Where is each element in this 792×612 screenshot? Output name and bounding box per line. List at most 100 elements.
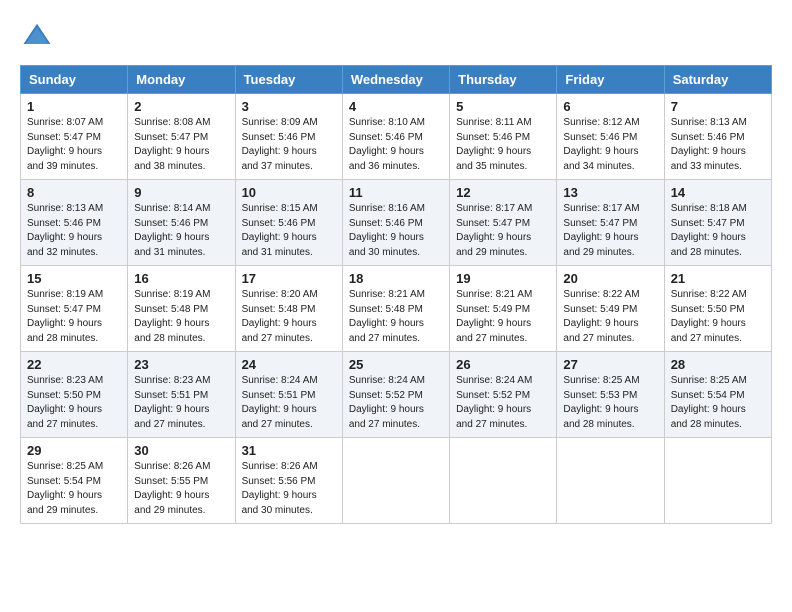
day-number: 21 <box>671 271 765 286</box>
day-number: 5 <box>456 99 550 114</box>
day-number: 11 <box>349 185 443 200</box>
weekday-header-monday: Monday <box>128 66 235 94</box>
calendar-cell-28: 28 Sunrise: 8:25 AM Sunset: 5:54 PM Dayl… <box>664 352 771 438</box>
calendar-cell-empty <box>557 438 664 524</box>
calendar-cell-21: 21 Sunrise: 8:22 AM Sunset: 5:50 PM Dayl… <box>664 266 771 352</box>
weekday-header-friday: Friday <box>557 66 664 94</box>
calendar-cell-29: 29 Sunrise: 8:25 AM Sunset: 5:54 PM Dayl… <box>21 438 128 524</box>
day-info: Sunrise: 8:10 AM Sunset: 5:46 PM Dayligh… <box>349 116 443 174</box>
day-info: Sunrise: 8:13 AM Sunset: 5:46 PM Dayligh… <box>671 116 765 174</box>
day-info: Sunrise: 8:26 AM Sunset: 5:56 PM Dayligh… <box>242 460 336 518</box>
day-number: 12 <box>456 185 550 200</box>
day-info: Sunrise: 8:23 AM Sunset: 5:50 PM Dayligh… <box>27 374 121 432</box>
day-info: Sunrise: 8:24 AM Sunset: 5:52 PM Dayligh… <box>456 374 550 432</box>
calendar-cell-15: 15 Sunrise: 8:19 AM Sunset: 5:47 PM Dayl… <box>21 266 128 352</box>
logo <box>20 20 52 55</box>
day-info: Sunrise: 8:22 AM Sunset: 5:49 PM Dayligh… <box>563 288 657 346</box>
weekday-header-wednesday: Wednesday <box>342 66 449 94</box>
day-number: 9 <box>134 185 228 200</box>
calendar-cell-8: 8 Sunrise: 8:13 AM Sunset: 5:46 PM Dayli… <box>21 180 128 266</box>
calendar-cell-31: 31 Sunrise: 8:26 AM Sunset: 5:56 PM Dayl… <box>235 438 342 524</box>
day-info: Sunrise: 8:25 AM Sunset: 5:53 PM Dayligh… <box>563 374 657 432</box>
day-number: 28 <box>671 357 765 372</box>
calendar-week-4: 22 Sunrise: 8:23 AM Sunset: 5:50 PM Dayl… <box>21 352 772 438</box>
day-info: Sunrise: 8:26 AM Sunset: 5:55 PM Dayligh… <box>134 460 228 518</box>
day-number: 20 <box>563 271 657 286</box>
day-number: 13 <box>563 185 657 200</box>
calendar-cell-5: 5 Sunrise: 8:11 AM Sunset: 5:46 PM Dayli… <box>450 94 557 180</box>
day-info: Sunrise: 8:17 AM Sunset: 5:47 PM Dayligh… <box>456 202 550 260</box>
calendar-cell-3: 3 Sunrise: 8:09 AM Sunset: 5:46 PM Dayli… <box>235 94 342 180</box>
calendar-cell-20: 20 Sunrise: 8:22 AM Sunset: 5:49 PM Dayl… <box>557 266 664 352</box>
calendar-week-2: 8 Sunrise: 8:13 AM Sunset: 5:46 PM Dayli… <box>21 180 772 266</box>
day-number: 4 <box>349 99 443 114</box>
weekday-header-tuesday: Tuesday <box>235 66 342 94</box>
calendar-cell-17: 17 Sunrise: 8:20 AM Sunset: 5:48 PM Dayl… <box>235 266 342 352</box>
day-number: 3 <box>242 99 336 114</box>
calendar-cell-13: 13 Sunrise: 8:17 AM Sunset: 5:47 PM Dayl… <box>557 180 664 266</box>
calendar-cell-23: 23 Sunrise: 8:23 AM Sunset: 5:51 PM Dayl… <box>128 352 235 438</box>
day-number: 19 <box>456 271 550 286</box>
calendar-cell-19: 19 Sunrise: 8:21 AM Sunset: 5:49 PM Dayl… <box>450 266 557 352</box>
weekday-header-thursday: Thursday <box>450 66 557 94</box>
calendar-cell-16: 16 Sunrise: 8:19 AM Sunset: 5:48 PM Dayl… <box>128 266 235 352</box>
day-info: Sunrise: 8:13 AM Sunset: 5:46 PM Dayligh… <box>27 202 121 260</box>
day-info: Sunrise: 8:09 AM Sunset: 5:46 PM Dayligh… <box>242 116 336 174</box>
day-info: Sunrise: 8:19 AM Sunset: 5:47 PM Dayligh… <box>27 288 121 346</box>
calendar-cell-empty <box>342 438 449 524</box>
calendar-table: SundayMondayTuesdayWednesdayThursdayFrid… <box>20 65 772 524</box>
calendar-cell-6: 6 Sunrise: 8:12 AM Sunset: 5:46 PM Dayli… <box>557 94 664 180</box>
day-info: Sunrise: 8:21 AM Sunset: 5:49 PM Dayligh… <box>456 288 550 346</box>
logo-icon <box>22 20 52 50</box>
day-number: 8 <box>27 185 121 200</box>
page-header <box>20 20 772 55</box>
day-info: Sunrise: 8:17 AM Sunset: 5:47 PM Dayligh… <box>563 202 657 260</box>
calendar-cell-30: 30 Sunrise: 8:26 AM Sunset: 5:55 PM Dayl… <box>128 438 235 524</box>
calendar-week-1: 1 Sunrise: 8:07 AM Sunset: 5:47 PM Dayli… <box>21 94 772 180</box>
day-info: Sunrise: 8:12 AM Sunset: 5:46 PM Dayligh… <box>563 116 657 174</box>
calendar-cell-22: 22 Sunrise: 8:23 AM Sunset: 5:50 PM Dayl… <box>21 352 128 438</box>
calendar-cell-26: 26 Sunrise: 8:24 AM Sunset: 5:52 PM Dayl… <box>450 352 557 438</box>
calendar-cell-14: 14 Sunrise: 8:18 AM Sunset: 5:47 PM Dayl… <box>664 180 771 266</box>
day-info: Sunrise: 8:14 AM Sunset: 5:46 PM Dayligh… <box>134 202 228 260</box>
weekday-header-sunday: Sunday <box>21 66 128 94</box>
day-info: Sunrise: 8:25 AM Sunset: 5:54 PM Dayligh… <box>671 374 765 432</box>
day-number: 24 <box>242 357 336 372</box>
day-number: 25 <box>349 357 443 372</box>
weekday-header-saturday: Saturday <box>664 66 771 94</box>
calendar-cell-10: 10 Sunrise: 8:15 AM Sunset: 5:46 PM Dayl… <box>235 180 342 266</box>
day-info: Sunrise: 8:23 AM Sunset: 5:51 PM Dayligh… <box>134 374 228 432</box>
day-number: 6 <box>563 99 657 114</box>
calendar-cell-9: 9 Sunrise: 8:14 AM Sunset: 5:46 PM Dayli… <box>128 180 235 266</box>
calendar-header-row: SundayMondayTuesdayWednesdayThursdayFrid… <box>21 66 772 94</box>
day-info: Sunrise: 8:24 AM Sunset: 5:52 PM Dayligh… <box>349 374 443 432</box>
day-info: Sunrise: 8:08 AM Sunset: 5:47 PM Dayligh… <box>134 116 228 174</box>
day-info: Sunrise: 8:21 AM Sunset: 5:48 PM Dayligh… <box>349 288 443 346</box>
day-number: 30 <box>134 443 228 458</box>
day-number: 7 <box>671 99 765 114</box>
calendar-cell-1: 1 Sunrise: 8:07 AM Sunset: 5:47 PM Dayli… <box>21 94 128 180</box>
day-number: 1 <box>27 99 121 114</box>
day-number: 31 <box>242 443 336 458</box>
day-number: 16 <box>134 271 228 286</box>
day-number: 17 <box>242 271 336 286</box>
day-number: 26 <box>456 357 550 372</box>
day-info: Sunrise: 8:19 AM Sunset: 5:48 PM Dayligh… <box>134 288 228 346</box>
day-info: Sunrise: 8:15 AM Sunset: 5:46 PM Dayligh… <box>242 202 336 260</box>
day-info: Sunrise: 8:22 AM Sunset: 5:50 PM Dayligh… <box>671 288 765 346</box>
day-info: Sunrise: 8:18 AM Sunset: 5:47 PM Dayligh… <box>671 202 765 260</box>
day-info: Sunrise: 8:07 AM Sunset: 5:47 PM Dayligh… <box>27 116 121 174</box>
calendar-cell-empty <box>664 438 771 524</box>
day-number: 10 <box>242 185 336 200</box>
day-number: 15 <box>27 271 121 286</box>
day-info: Sunrise: 8:24 AM Sunset: 5:51 PM Dayligh… <box>242 374 336 432</box>
calendar-cell-24: 24 Sunrise: 8:24 AM Sunset: 5:51 PM Dayl… <box>235 352 342 438</box>
calendar-week-5: 29 Sunrise: 8:25 AM Sunset: 5:54 PM Dayl… <box>21 438 772 524</box>
day-info: Sunrise: 8:25 AM Sunset: 5:54 PM Dayligh… <box>27 460 121 518</box>
day-info: Sunrise: 8:20 AM Sunset: 5:48 PM Dayligh… <box>242 288 336 346</box>
day-number: 14 <box>671 185 765 200</box>
day-number: 18 <box>349 271 443 286</box>
day-info: Sunrise: 8:16 AM Sunset: 5:46 PM Dayligh… <box>349 202 443 260</box>
day-number: 2 <box>134 99 228 114</box>
calendar-cell-4: 4 Sunrise: 8:10 AM Sunset: 5:46 PM Dayli… <box>342 94 449 180</box>
